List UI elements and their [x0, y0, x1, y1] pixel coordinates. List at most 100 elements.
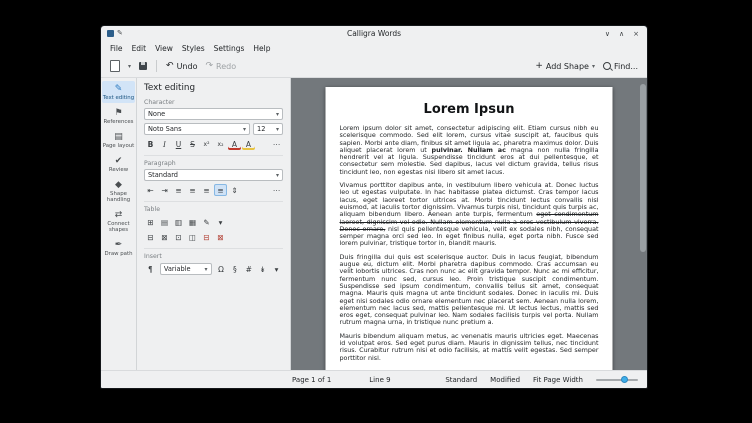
dock-tab-connect-shapes[interactable]: ⇄ Connect shapes	[102, 207, 135, 235]
menubar: File Edit View Styles Settings Help	[101, 41, 647, 55]
menu-styles[interactable]: Styles	[178, 43, 209, 54]
align-justify-button[interactable]: ≡	[214, 184, 227, 196]
new-document-button[interactable]	[107, 58, 123, 74]
insert-special-character-button[interactable]: Ω	[215, 263, 228, 275]
pin-icon[interactable]: ✎	[117, 30, 123, 37]
insert-page-break-button[interactable]: ↡	[256, 263, 269, 275]
align-left-button[interactable]: ≡	[172, 184, 185, 196]
dock-tab-page-layout[interactable]: ▤ Page layout	[102, 129, 135, 151]
delete-column-button[interactable]: ⊠	[214, 231, 227, 243]
paragraph-style-select[interactable]: Standard ▾	[144, 169, 283, 181]
vertical-scrollbar[interactable]	[640, 80, 646, 368]
line-indicator[interactable]: Line 9	[369, 376, 390, 384]
cell-format-button[interactable]: ⊡	[172, 231, 185, 243]
insert-number-button[interactable]: #	[242, 263, 255, 275]
menu-help[interactable]: Help	[249, 43, 274, 54]
table-section-label: Table	[144, 206, 160, 213]
chevron-down-icon: ▾	[204, 265, 208, 273]
table-style-edit-button[interactable]: ✎	[200, 216, 213, 228]
draw-path-icon: ✒	[114, 240, 123, 250]
divider	[144, 155, 283, 156]
superscript-button[interactable]: x²	[200, 138, 213, 150]
underline-button[interactable]: U	[172, 138, 185, 150]
tool-options-panel: Text editing Character None ▾ Noto Sans …	[137, 78, 291, 370]
menu-settings[interactable]: Settings	[210, 43, 249, 54]
shape-handling-icon: ◆	[115, 180, 122, 190]
more-character-options-button[interactable]: ⋯	[270, 138, 283, 150]
more-paragraph-options-button[interactable]: ⋯	[270, 184, 283, 196]
align-center-button[interactable]: ≡	[186, 184, 199, 196]
undo-button[interactable]: ↶ Undo	[163, 58, 200, 74]
save-button[interactable]	[136, 58, 150, 74]
split-cells-button[interactable]: ⊠	[158, 231, 171, 243]
new-document-dropdown[interactable]: ▾	[125, 58, 134, 74]
view-mode-button[interactable]: Standard	[445, 376, 477, 384]
merge-cells-button[interactable]: ⊟	[144, 231, 157, 243]
insert-table-button[interactable]: ⊞	[144, 216, 157, 228]
table-borders-button[interactable]: ▦	[186, 216, 199, 228]
paragraph: Vivamus porttitor dapibus ante, in vesti…	[339, 181, 599, 248]
page-indicator[interactable]: Page 1 of 1	[292, 376, 331, 384]
main-area: ✎ Text editing ⚑ References ▤ Page layout ✔ Rev…	[101, 78, 647, 370]
review-icon: ✔	[114, 156, 123, 166]
divider	[144, 248, 283, 249]
redo-label: Redo	[216, 61, 237, 71]
character-style-select[interactable]: None ▾	[144, 108, 283, 120]
draw-path-label: Draw path	[104, 251, 133, 257]
insert-column-button[interactable]: ▥	[172, 216, 185, 228]
add-shape-button[interactable]: + Add Shape ▾	[532, 58, 598, 74]
zoom-slider-handle[interactable]	[621, 375, 629, 383]
line-spacing-button[interactable]: ⇕	[228, 184, 241, 196]
variable-select[interactable]: Variable ▾	[159, 263, 212, 275]
indent-less-button[interactable]: ⇤	[144, 184, 157, 196]
chevron-down-icon: ▾	[591, 62, 595, 70]
search-icon	[602, 62, 611, 70]
close-button[interactable]: ×	[633, 30, 639, 38]
dock-tab-draw-path[interactable]: ✒ Draw path	[102, 237, 135, 259]
menu-file[interactable]: File	[106, 43, 127, 54]
menu-edit[interactable]: Edit	[128, 43, 151, 54]
tool-options-title: Text editing	[144, 83, 196, 93]
zoom-slider[interactable]	[596, 375, 638, 383]
find-button[interactable]: Find...	[600, 58, 641, 74]
maximize-button[interactable]: ∧	[619, 30, 624, 38]
connect-shapes-icon: ⇄	[114, 210, 123, 220]
font-family-select[interactable]: Noto Sans ▾	[144, 123, 250, 135]
statusbar: Page 1 of 1 Line 9 Standard Modified Fit…	[101, 370, 647, 388]
variable-value: Variable	[163, 265, 191, 273]
dock-tab-shape-handling[interactable]: ◆ Shape handling	[102, 177, 135, 205]
highlight-color-button[interactable]: A	[242, 138, 255, 150]
minimize-button[interactable]: ∨	[605, 30, 610, 38]
font-color-button[interactable]: A	[228, 138, 241, 150]
strikethrough-button[interactable]: S	[186, 138, 199, 150]
row-column-button[interactable]: ◫	[186, 231, 199, 243]
dock-tab-text-editing[interactable]: ✎ Text editing	[102, 81, 135, 103]
insert-section-button[interactable]: §	[228, 263, 241, 275]
titlebar[interactable]: ✎ Calligra Words ∨ ∧ ×	[101, 26, 647, 41]
chevron-down-icon: ▾	[275, 171, 279, 179]
italic-button[interactable]: I	[158, 138, 171, 150]
insert-row-button[interactable]: ▤	[158, 216, 171, 228]
menu-view[interactable]: View	[151, 43, 177, 54]
document-canvas[interactable]: Lorem Ipsun Lorem ipsum dolor sit amet, …	[291, 78, 647, 370]
font-size-value: 12	[257, 125, 266, 133]
dock-tab-review[interactable]: ✔ Review	[102, 153, 135, 175]
new-document-icon	[110, 60, 120, 72]
delete-row-button[interactable]: ⊟	[200, 231, 213, 243]
scrollbar-thumb[interactable]	[640, 84, 646, 252]
insert-paragraph-button[interactable]: ¶	[144, 263, 157, 275]
paragraph-section-label: Paragraph	[144, 160, 176, 167]
align-right-button[interactable]: ≡	[200, 184, 213, 196]
review-label: Review	[108, 167, 129, 173]
font-size-select[interactable]: 12 ▾	[253, 123, 283, 135]
table-options-chevron[interactable]: ▾	[214, 216, 227, 228]
app-icon	[107, 30, 114, 37]
dock-tab-references[interactable]: ⚑ References	[102, 105, 135, 127]
redo-button[interactable]: ↷ Redo	[202, 58, 239, 74]
indent-more-button[interactable]: ⇥	[158, 184, 171, 196]
insert-options-chevron[interactable]: ▾	[270, 263, 283, 275]
bold-button[interactable]: B	[144, 138, 157, 150]
zoom-mode-button[interactable]: Fit Page Width	[533, 376, 583, 384]
document-page[interactable]: Lorem Ipsun Lorem ipsum dolor sit amet, …	[325, 87, 613, 370]
subscript-button[interactable]: x₂	[214, 138, 227, 150]
